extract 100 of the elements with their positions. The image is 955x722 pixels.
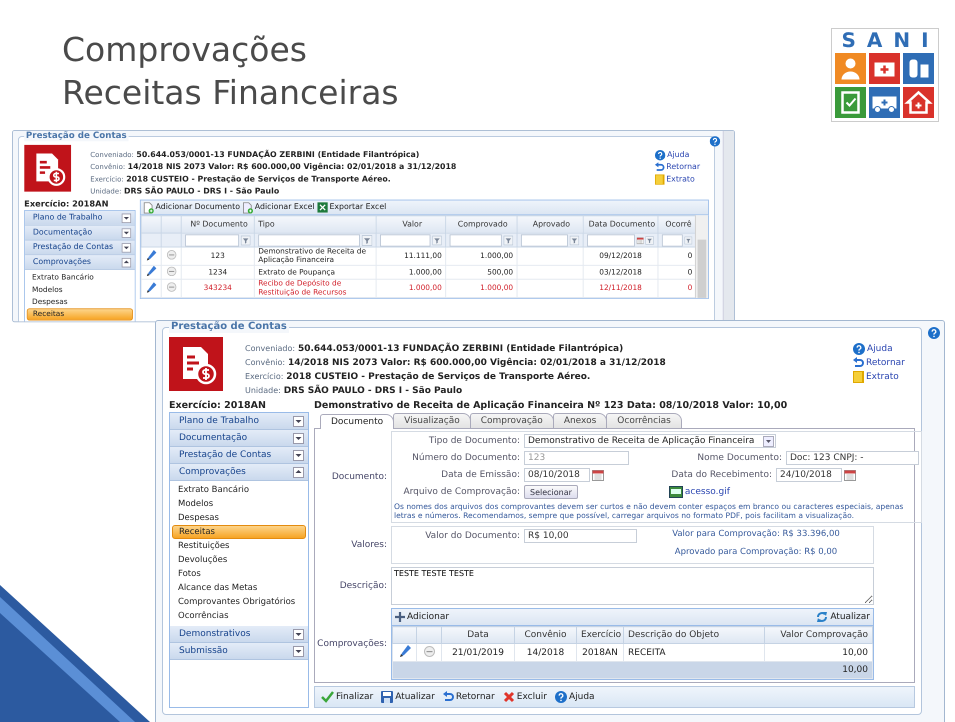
expand-toggle-icon[interactable] [293,450,304,460]
expand-toggle-icon[interactable] [122,213,132,223]
scrollbar[interactable] [694,215,708,298]
input-field[interactable]: 24/10/2018 [776,468,842,482]
help-icon[interactable] [853,343,865,355]
expand-toggle-icon[interactable] [122,242,132,252]
table-cell: 14/2018 [526,648,564,658]
table-header-cell[interactable]: Descrição do Objeto [624,626,764,644]
refresh-icon[interactable] [816,611,828,623]
table-header-cell[interactable]: Convênio [514,626,576,644]
sidebar-item[interactable]: Ocorrências [172,609,306,623]
filter-field[interactable] [185,234,239,246]
pencil-icon[interactable] [146,282,156,292]
input-field[interactable]: 08/10/2018 [524,468,590,482]
sidebar-item[interactable]: Modelos [172,497,306,511]
filter-icon[interactable] [570,234,580,246]
checkmark-icon[interactable] [321,691,334,703]
sidebar-item[interactable]: Fotos [172,567,306,581]
minus-circle-icon[interactable] [166,250,176,260]
sidebar-item[interactable]: Restituições [172,539,306,553]
action-button[interactable]: Atualizar [395,692,435,702]
filter-field[interactable] [258,234,360,246]
sidebar-section[interactable]: Prestação de Contas [170,447,308,464]
table-header-cell[interactable]: Data [442,626,514,644]
tab[interactable]: Visualização [393,413,471,428]
spreadsheet-icon[interactable] [317,202,328,213]
expand-toggle-icon[interactable] [293,646,304,656]
sidebar-item[interactable]: Extrato Bancário [172,483,306,497]
expand-toggle-icon[interactable] [122,228,132,238]
filter-field[interactable] [450,234,502,246]
field-label: Tipo de Documento: [428,436,521,446]
tab[interactable]: Ocorrências [606,413,682,428]
sidebar-item[interactable]: Receitas [172,525,306,539]
minus-circle-icon[interactable] [166,282,176,292]
x-mark-icon[interactable] [502,691,515,703]
minus-circle-icon[interactable] [166,266,176,276]
sidebar-item[interactable]: Despesas [172,511,306,525]
spreadsheet-add-icon[interactable] [242,202,254,214]
filter-icon[interactable] [503,234,514,246]
sidebar-section[interactable]: Documentação [170,430,308,447]
collapse-toggle-icon[interactable] [293,466,304,478]
calendar-icon[interactable] [592,469,604,481]
document-add-icon[interactable] [143,202,154,214]
scrollbar[interactable] [722,130,734,322]
filter-icon[interactable] [240,234,250,246]
image-file-icon[interactable] [668,486,683,498]
sidebar-section[interactable]: Plano de Trabalho [170,413,308,430]
collapse-toggle-icon[interactable] [122,257,132,268]
help-icon[interactable] [928,327,940,339]
file-link[interactable]: acesso.gif [684,487,730,497]
action-button[interactable]: Finalizar [336,692,374,702]
pencil-icon[interactable] [146,250,156,260]
filter-field[interactable] [587,234,635,246]
plus-icon[interactable] [395,612,405,622]
sidebar-section[interactable]: Comprovações [170,464,308,481]
help-icon[interactable] [710,136,720,147]
help-icon[interactable] [554,691,567,703]
filter-icon[interactable] [684,234,692,246]
group-label: Documento: [330,472,387,482]
minus-circle-icon[interactable] [424,646,434,656]
description-field[interactable]: TESTE TESTE TESTE [391,567,874,605]
tab[interactable]: Anexos [552,413,608,428]
table-header-cell[interactable]: Exercício [576,626,624,644]
return-arrow-icon[interactable] [853,357,864,369]
filter-field[interactable] [662,234,683,246]
sidebar-section[interactable]: Submissão [170,643,308,660]
return-arrow-icon[interactable] [442,691,454,703]
link[interactable]: Extrato [866,372,899,382]
action-button[interactable]: Retornar [456,692,495,702]
filter-icon[interactable] [432,234,442,246]
link[interactable]: Ajuda [867,344,893,354]
return-arrow-icon[interactable] [654,162,664,173]
sidebar-item[interactable]: Alcance das Metas [172,581,306,595]
expand-toggle-icon[interactable] [293,416,304,426]
input-field[interactable]: R$ 10,00 [524,529,637,543]
pencil-icon[interactable] [146,266,156,276]
filter-field[interactable] [380,234,430,246]
toolbar-button[interactable]: Atualizar [830,612,870,622]
table-header-cell[interactable]: Valor Comprovação [764,626,872,644]
action-button[interactable]: Excluir [516,692,547,702]
filter-field[interactable] [520,234,568,246]
input-field[interactable]: Doc: 123 CNPJ: - [786,451,919,465]
filter-icon[interactable] [646,234,654,246]
select-file-button[interactable]: Selecionar [524,485,578,499]
calendar-icon[interactable] [636,234,644,246]
tab[interactable]: Documento [320,414,394,429]
help-icon[interactable] [654,150,666,160]
link[interactable]: Retornar [866,358,905,368]
sidebar-item[interactable]: Comprovantes Obrigatórios [172,595,306,609]
filter-icon[interactable] [362,234,372,246]
toolbar-button[interactable]: Adicionar [407,612,450,622]
sidebar-item[interactable]: Devoluções [172,553,306,567]
action-button[interactable]: Ajuda [568,692,595,702]
calendar-icon[interactable] [844,469,856,481]
sidebar-section[interactable]: Demonstrativos [170,626,308,643]
dropdown[interactable]: Demonstrativo de Receita de Aplicação Financeira [524,434,776,448]
expand-toggle-icon[interactable] [293,432,304,444]
tab[interactable]: Comprovação [470,413,554,428]
expand-toggle-icon[interactable] [293,628,304,640]
pencil-icon[interactable] [398,645,410,657]
